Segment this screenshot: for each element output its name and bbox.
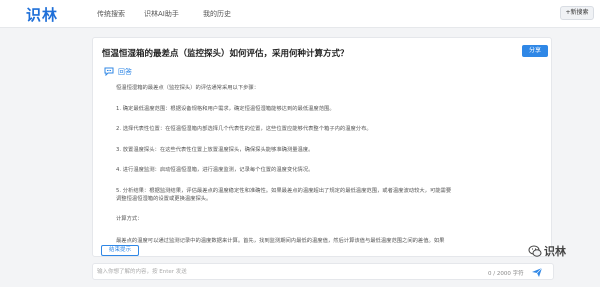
nav-my-history[interactable]: 我的历史 xyxy=(203,9,231,19)
answer-paragraph: 4. 进行温度监测：启动恒温恒湿箱，进行温度监测，记录每个位置的温度变化情况。 xyxy=(116,167,314,173)
answer-paragraph: 最差点的温度可以通过监测记录中的温度数据来计算。首先，找到监测期间内最低的温度值… xyxy=(116,238,445,244)
paper-plane-icon[interactable] xyxy=(531,267,543,278)
wechat-icon xyxy=(528,245,542,257)
answer-paragraph: 恒温恒湿箱的最差点（监控探头）的评估通常采用以下步骤： xyxy=(116,85,260,91)
chat-bubble-icon xyxy=(104,67,114,76)
app-logo[interactable]: 识林 xyxy=(26,4,58,25)
share-button[interactable]: 分享 xyxy=(522,45,548,57)
answer-label: 回答 xyxy=(118,68,132,76)
answer-paragraph: 1. 确定最低温度范围：根据设备规格和用户需求，确定恒温恒湿箱能够达到的最低温度… xyxy=(116,106,335,112)
question-input[interactable] xyxy=(97,266,397,278)
new-search-button[interactable]: +新搜索 xyxy=(560,6,594,20)
nav-ai-assistant[interactable]: 识林AI助手 xyxy=(144,9,179,19)
char-counter: 0 / 2000 字符 xyxy=(488,271,524,277)
top-bar: 识林 传统搜索 识林AI助手 我的历史 +新搜索 xyxy=(0,0,600,28)
answer-paragraph: 计算方式： xyxy=(116,216,143,222)
answer-paragraph: 5. 分析结果：根据监测结果，评估最差点的温度稳定性和准确性。如果最差点的温度超… xyxy=(116,188,452,194)
answer-paragraph: 2. 选择代表性位置：在恒温恒湿箱内部选择几个代表性的位置，这些位置应能够代表整… xyxy=(116,126,372,132)
nav-traditional-search[interactable]: 传统搜索 xyxy=(97,9,125,19)
answer-paragraph: 调整恒温恒湿箱的设置或更换温度探头。 xyxy=(116,196,212,202)
question-title: 恒温恒湿箱的最差点（监控探头）如何评估，采用何种计算方式？ xyxy=(102,49,349,59)
watermark-text: 识林 xyxy=(544,245,566,258)
answer-card: 恒温恒湿箱的最差点（监控探头）如何评估，采用何种计算方式？ 分享 回答 恒温恒湿… xyxy=(92,37,552,257)
stop-prompt-button[interactable]: 结束提示 xyxy=(101,245,139,256)
input-bar: 0 / 2000 字符 xyxy=(92,263,554,280)
answer-paragraph: 3. 放置温度探头：在这些代表性位置上放置温度探头，确保探头能够准确测量温度。 xyxy=(116,147,314,153)
